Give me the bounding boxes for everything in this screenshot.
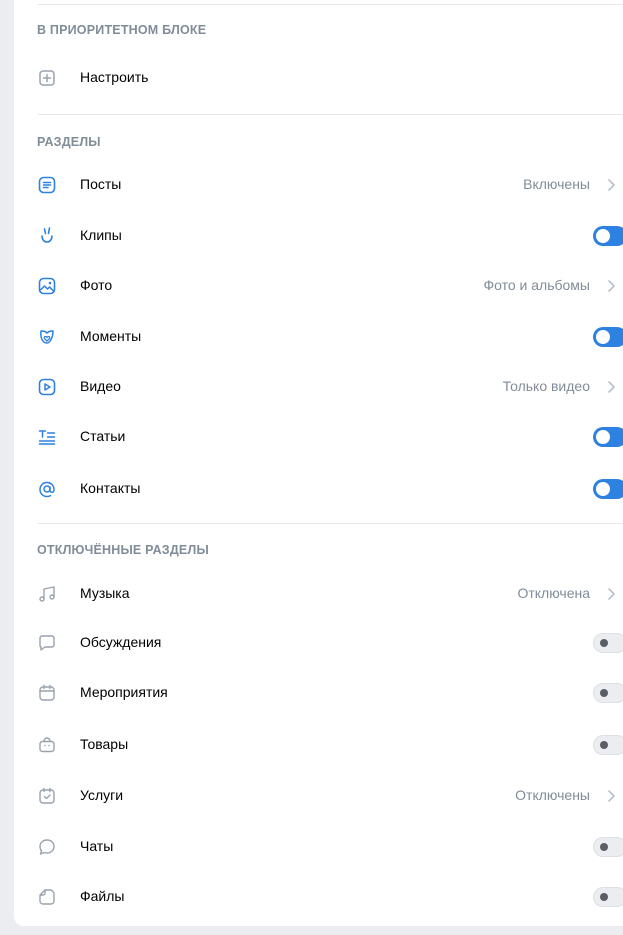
chevron-right-icon [608,179,615,191]
section-header-priority: В ПРИОРИТЕТНОМ БЛОКЕ [37,23,207,37]
section-label: Фото [80,277,113,293]
bag-icon [39,737,55,753]
section-label: Музыка [80,585,130,601]
section-value: Включены [523,176,590,192]
section-label: Посты [80,176,122,192]
services-icon [39,787,55,804]
clips-icon [41,227,53,243]
section-header-disabled: ОТКЛЮЧЁННЫЕ РАЗДЕЛЫ [37,543,209,557]
divider [38,114,623,115]
posts-icon [38,176,56,194]
section-row-services[interactable]: Услуги Отключены [14,776,623,816]
configure-button[interactable]: Настроить [14,58,623,98]
contacts-icon [39,481,55,498]
section-label: Чаты [80,838,114,854]
section-label: Видео [80,378,121,394]
moments-icon [40,330,54,344]
section-label: Услуги [80,787,124,803]
divider [38,523,623,524]
plus-square-icon [39,70,55,86]
chat-bubble-icon [39,839,55,855]
section-row-moments[interactable]: Моменты [14,317,623,357]
section-row-chats[interactable]: Чаты [14,827,623,867]
section-label: Обсуждения [80,634,162,650]
section-label: Товары [80,736,129,752]
goods-toggle[interactable] [593,735,623,755]
file-icon [39,889,55,905]
chevron-right-icon [608,790,615,802]
section-row-articles[interactable]: Статьи [14,417,623,457]
section-value: Только видео [502,378,590,394]
events-toggle[interactable] [593,683,623,703]
section-row-photo[interactable]: Фото Фото и альбомы [14,266,623,306]
section-row-posts[interactable]: Посты Включены [14,165,623,205]
section-row-music[interactable]: Музыка Отключена [14,574,623,614]
configure-label: Настроить [80,69,149,85]
section-label: Мероприятия [80,684,168,700]
section-row-events[interactable]: Мероприятия [14,673,623,713]
chevron-right-icon [608,588,615,600]
section-row-clips[interactable]: Клипы [14,216,623,256]
video-icon [38,378,56,396]
contacts-toggle[interactable] [593,479,623,499]
section-label: Моменты [80,328,142,344]
photo-icon [38,277,56,295]
section-value: Отключена [517,585,590,601]
section-row-contacts[interactable]: Контакты [14,469,623,509]
community-sections-panel: В ПРИОРИТЕТНОМ БЛОКЕ Настроить РАЗДЕЛЫ П… [14,0,623,926]
section-header-sections: РАЗДЕЛЫ [37,135,101,149]
section-label: Контакты [80,480,141,496]
section-row-video[interactable]: Видео Только видео [14,367,623,407]
section-row-files[interactable]: Файлы [14,877,623,917]
discussions-icon [39,635,55,651]
articles-icon [38,430,56,445]
section-value: Фото и альбомы [483,277,590,293]
section-row-goods[interactable]: Товары [14,725,623,765]
calendar-icon [39,684,55,701]
clips-toggle[interactable] [593,226,623,246]
section-label: Файлы [80,888,125,904]
articles-toggle[interactable] [593,427,623,447]
chevron-right-icon [608,280,615,292]
section-label: Клипы [80,227,122,243]
discussions-toggle[interactable] [593,633,623,653]
chevron-right-icon [608,381,615,393]
moments-toggle[interactable] [593,327,623,347]
chats-toggle[interactable] [593,837,623,857]
section-value: Отключены [515,787,590,803]
divider [38,4,623,5]
section-row-discussions[interactable]: Обсуждения [14,623,623,663]
section-label: Статьи [80,428,126,444]
music-icon [39,586,55,602]
files-toggle[interactable] [593,887,623,907]
